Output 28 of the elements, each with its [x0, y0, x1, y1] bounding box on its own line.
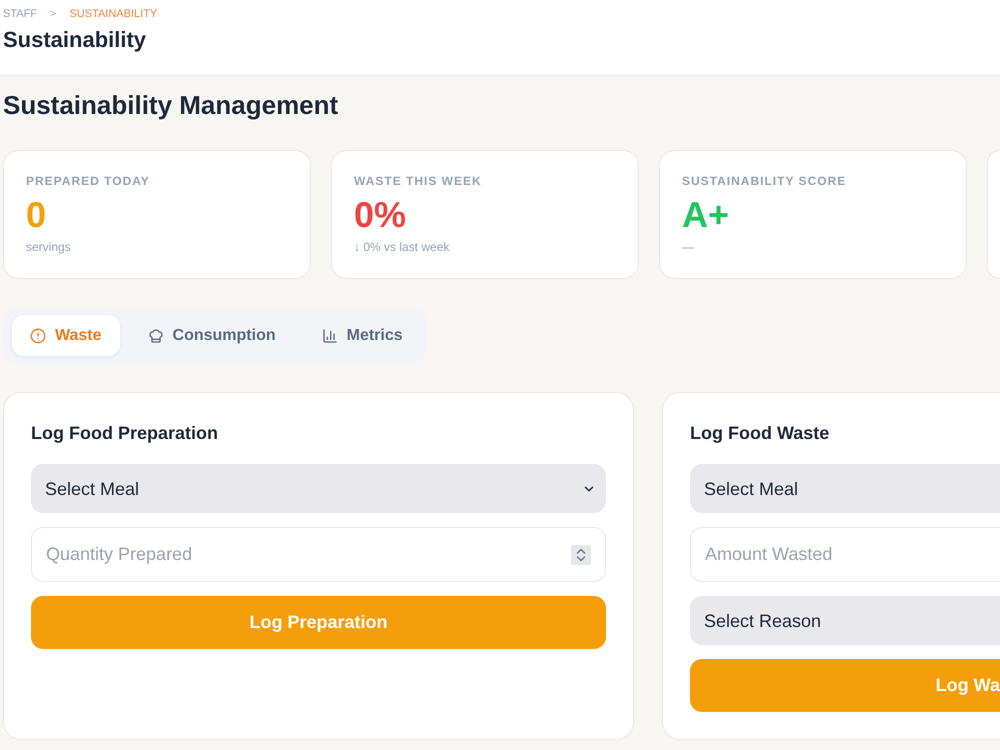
bar-chart-icon	[322, 328, 338, 344]
page-title: Sustainability Management	[3, 89, 338, 121]
breadcrumb-link[interactable]: STAFF	[3, 7, 38, 21]
tab[interactable]: Waste	[12, 315, 120, 356]
select-field[interactable]: Select Meal	[690, 464, 1000, 513]
stat-note: servings	[26, 240, 71, 254]
alert-circle-icon	[30, 328, 46, 344]
chef-hat-icon	[148, 328, 164, 344]
input-field[interactable]: Amount Wasted	[690, 527, 1000, 582]
stat-value: 0%	[354, 195, 406, 235]
tab[interactable]: Metrics	[304, 315, 421, 356]
form-title: Log Food Waste	[690, 422, 830, 444]
stat-note: —	[682, 240, 694, 254]
stat-value: 0	[26, 195, 46, 235]
form-title: Log Food Preparation	[31, 422, 218, 444]
tab[interactable]: Consumption	[130, 315, 294, 356]
spinner-icon[interactable]	[571, 544, 591, 564]
select-field[interactable]: Select Reason	[690, 596, 1000, 645]
stat-label: WASTE THIS WEEK	[354, 173, 482, 189]
breadcrumb-separator: >	[50, 7, 56, 21]
stat-value: A+	[682, 195, 730, 235]
header-title: Sustainability	[3, 26, 146, 54]
select-field[interactable]: Select Meal	[31, 464, 606, 513]
input-field[interactable]: Quantity Prepared	[31, 527, 606, 582]
breadcrumb-link[interactable]: SUSTAINABILITY	[69, 7, 158, 21]
stat-label: PREPARED TODAY	[26, 173, 150, 189]
stat-note: ↓ 0% vs last week	[354, 240, 450, 254]
stat-label: SUSTAINABILITY SCORE	[682, 173, 846, 189]
